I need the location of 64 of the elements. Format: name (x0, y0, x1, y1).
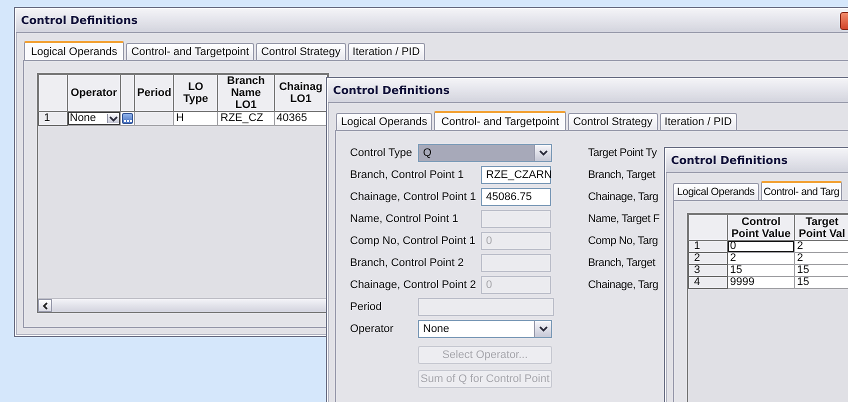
chevron-down-icon (108, 116, 118, 122)
table-cell[interactable]: 0 (728, 240, 794, 252)
field-label: Comp No, Targ (588, 235, 658, 247)
field-label: Branch, Target (588, 257, 656, 269)
tab[interactable]: Iteration / PID (348, 43, 425, 60)
table-cell[interactable]: 2 (728, 252, 794, 264)
table-cell[interactable]: 15 (728, 264, 794, 276)
text-field[interactable]: RZE_CZARN (481, 166, 551, 184)
tab[interactable]: Logical Operands (336, 113, 432, 130)
field-label: Branch, Control Point 2 (350, 257, 465, 269)
dropdown[interactable]: None (418, 320, 552, 338)
chevron-down-icon (538, 326, 548, 332)
window-title: Control Definitions (670, 154, 788, 167)
column-header: Period (134, 74, 174, 112)
field-label: Target Point Ty (588, 147, 657, 159)
table-cell[interactable]: 2 (794, 252, 848, 264)
dropdown[interactable]: Q (418, 144, 552, 162)
tab[interactable]: Control Strategy (256, 43, 346, 60)
field-label: Period (350, 301, 383, 313)
field-label: Chainage, Targ (588, 279, 658, 291)
scroll-left-button[interactable] (38, 299, 52, 312)
field-label: Operator (350, 323, 394, 335)
field-label: Name, Target F (588, 213, 660, 225)
window-title: Control Definitions (20, 14, 138, 27)
field-label: Branch, Target (588, 169, 656, 181)
field-label: Chainage, Targ (588, 191, 658, 203)
tab[interactable]: Control- and Targetpoint (434, 111, 566, 130)
window-title: Control Definitions (332, 84, 450, 97)
tab[interactable]: Iteration / PID (660, 113, 737, 130)
ellipsis-icon (124, 119, 132, 122)
column-header: Branch Name LO1 (218, 74, 274, 112)
column-header: LO Type (174, 74, 218, 112)
scrollbar[interactable] (38, 298, 328, 312)
column-header: Chainag LO1 (274, 74, 328, 112)
table-cell[interactable]: 15 (794, 264, 848, 276)
tab[interactable]: Control- and Targetpoint (126, 43, 254, 60)
table-cell[interactable]: 9999 (728, 276, 794, 288)
field-label: Name, Control Point 1 (350, 213, 460, 225)
tab[interactable]: Logical Operands (24, 41, 124, 60)
row-header[interactable]: 1 (38, 112, 68, 126)
field-label: Chainage, Control Point 1 (350, 191, 477, 203)
row-header[interactable]: 4 (688, 276, 728, 288)
chevron-down-icon (538, 150, 548, 156)
field-label: Chainage, Control Point 2 (350, 279, 477, 291)
tab[interactable]: Logical Operands (673, 183, 759, 200)
dropdown[interactable]: None (68, 112, 120, 125)
tab[interactable]: Control- and Targ (760, 181, 842, 200)
column-header: Control Point Value (728, 214, 794, 240)
field-label: Comp No, Control Point 1 (350, 235, 476, 247)
column-header: Operator (67, 74, 120, 112)
table-cell[interactable]: RZE_CZ (218, 112, 274, 126)
row-header[interactable]: 2 (688, 252, 728, 264)
caret-left-icon (42, 302, 48, 310)
table-cell[interactable]: 2 (794, 240, 848, 252)
field-label: Branch, Control Point 1 (350, 169, 465, 181)
tab[interactable]: Control Strategy (568, 113, 658, 130)
ellipsis-button[interactable] (122, 113, 134, 124)
row-header[interactable]: 1 (688, 240, 728, 252)
text-field[interactable]: 45086.75 (481, 188, 551, 206)
table-cell[interactable]: H (174, 112, 218, 126)
column-header: Target Point Val (794, 214, 848, 240)
field-label: Control Type (350, 147, 414, 159)
table-cell[interactable]: 15 (794, 276, 848, 288)
row-header[interactable]: 3 (688, 264, 728, 276)
